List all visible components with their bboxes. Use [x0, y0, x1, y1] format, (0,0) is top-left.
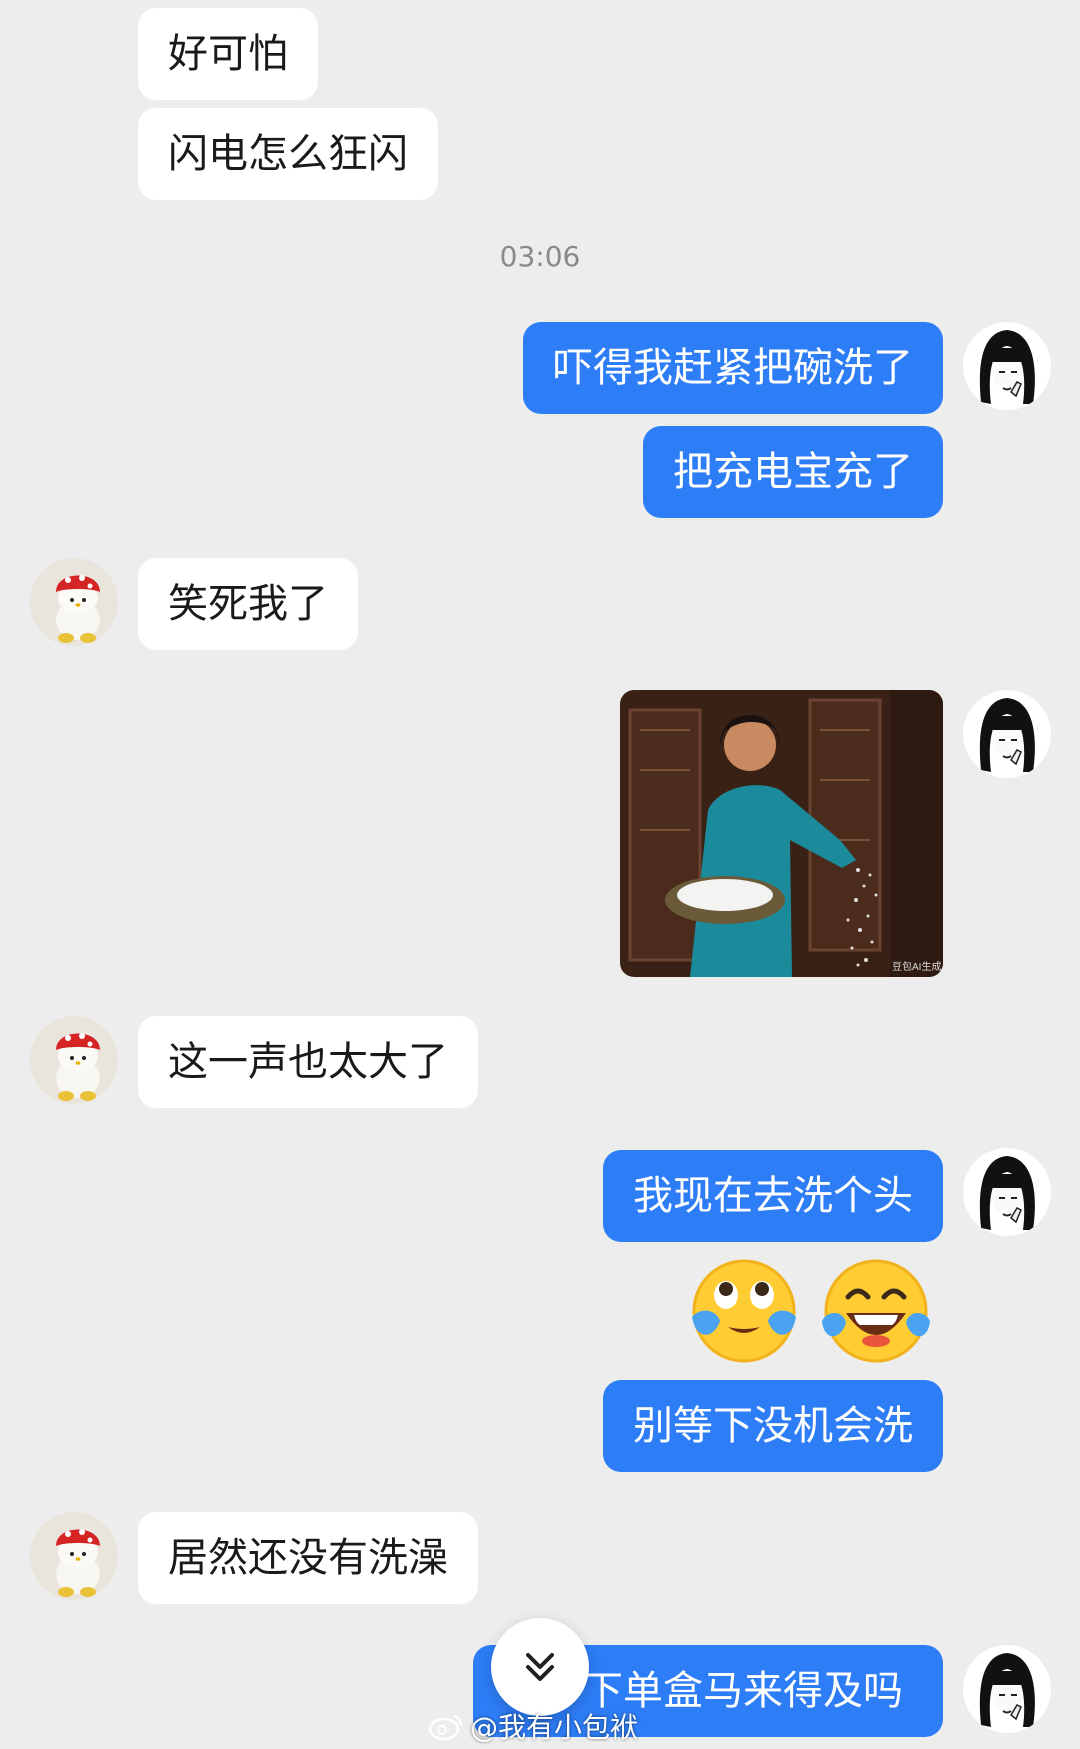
self-avatar[interactable]	[963, 1148, 1051, 1236]
emoji-message[interactable]	[686, 1255, 934, 1365]
mushroom-kitty-avatar-icon	[30, 1016, 118, 1104]
message-bubble-incoming[interactable]: 闪电怎么狂闪	[138, 108, 438, 200]
self-avatar[interactable]	[963, 322, 1051, 410]
contact-avatar[interactable]	[30, 558, 118, 646]
chat-view[interactable]: 好可怕 闪电怎么狂闪 03:06 吓得我赶紧把碗洗了 把充电宝充了 笑死我了 豆…	[0, 0, 1080, 1749]
message-bubble-outgoing[interactable]: 把充电宝充了	[643, 426, 943, 518]
message-text: 闪电怎么狂闪	[168, 131, 408, 177]
message-text: 这一声也太大了	[168, 1039, 448, 1085]
timestamp: 03:06	[499, 240, 581, 273]
message-bubble-incoming[interactable]: 好可怕	[138, 8, 318, 100]
scroll-to-bottom-button[interactable]	[491, 1618, 589, 1716]
message-bubble-outgoing[interactable]: 吓得我赶紧把碗洗了	[523, 322, 943, 414]
manga-girl-avatar-icon	[963, 1148, 1051, 1236]
message-bubble-incoming[interactable]: 笑死我了	[138, 558, 358, 650]
message-bubble-outgoing[interactable]: 我现在去洗个头	[603, 1150, 943, 1242]
self-avatar[interactable]	[963, 690, 1051, 778]
manga-girl-avatar-icon	[963, 690, 1051, 778]
meme-photo: 豆包AI生成	[620, 690, 943, 977]
message-bubble-incoming[interactable]: 居然还没有洗澡	[138, 1512, 478, 1604]
crying-laughing-face-icon	[692, 1259, 796, 1363]
self-avatar[interactable]	[963, 1645, 1051, 1733]
message-bubble-outgoing[interactable]: 别等下没机会洗	[603, 1380, 943, 1472]
manga-girl-avatar-icon	[963, 322, 1051, 410]
ai-generated-label: 豆包AI生成	[892, 960, 941, 973]
contact-avatar[interactable]	[30, 1512, 118, 1600]
laughing-tears-face-icon	[822, 1259, 930, 1363]
mushroom-kitty-avatar-icon	[30, 1512, 118, 1600]
message-bubble-incoming[interactable]: 这一声也太大了	[138, 1016, 478, 1108]
image-message[interactable]: 豆包AI生成	[620, 690, 943, 977]
message-text: 我现在去洗个头	[633, 1173, 913, 1219]
manga-girl-avatar-icon	[963, 1645, 1051, 1733]
message-text: 笑死我了	[168, 581, 328, 627]
message-text: 好可怕	[168, 31, 288, 77]
message-text: 吓得我赶紧把碗洗了	[553, 345, 913, 391]
double-chevron-down-icon	[526, 1653, 554, 1681]
message-text: 把充电宝充了	[673, 449, 913, 495]
watermark-text: @我有小包袱	[470, 1711, 639, 1744]
weibo-logo-icon	[428, 1714, 463, 1740]
contact-avatar[interactable]	[30, 1016, 118, 1104]
mushroom-kitty-avatar-icon	[30, 558, 118, 646]
watermark: @我有小包袱	[428, 1706, 638, 1746]
message-text: 别等下没机会洗	[633, 1403, 913, 1449]
message-text: 居然还没有洗澡	[168, 1535, 448, 1581]
